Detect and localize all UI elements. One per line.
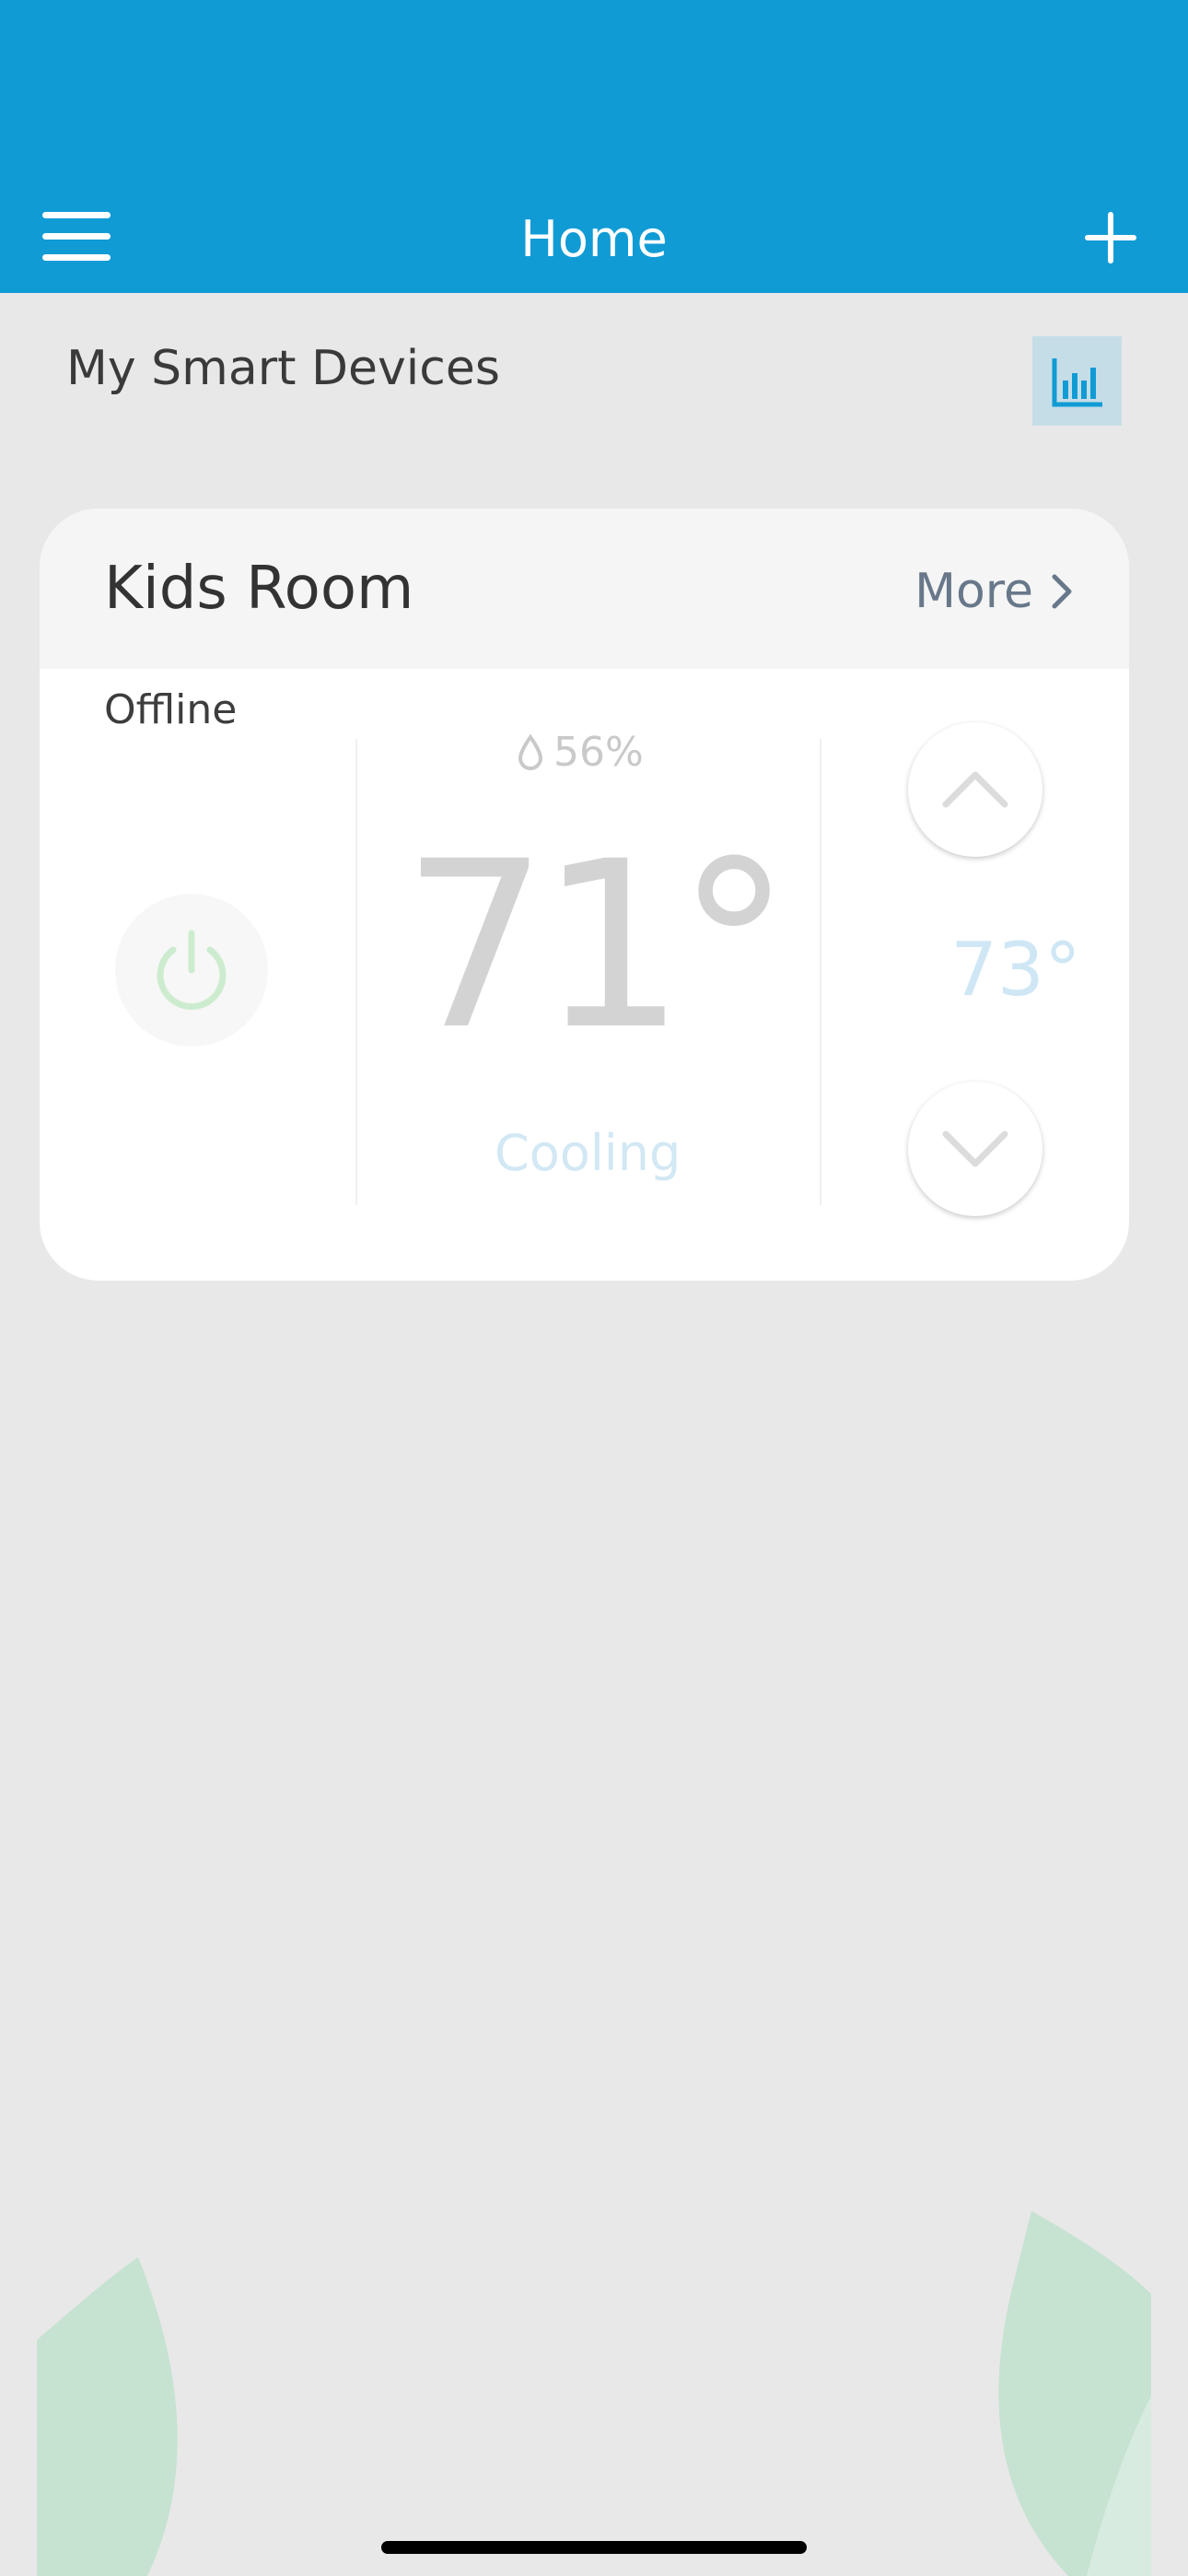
divider-left — [355, 739, 357, 1205]
decrease-temperature-button[interactable] — [908, 1082, 1042, 1216]
humidity-value: 56% — [553, 729, 644, 776]
mode-label: Cooling — [495, 1124, 681, 1182]
leaf-decoration-left — [37, 2257, 178, 2576]
chevron-down-icon — [942, 1130, 1008, 1167]
more-label: More — [914, 564, 1033, 619]
statistics-button[interactable] — [1032, 336, 1122, 426]
connection-status: Offline — [104, 686, 238, 733]
increase-temperature-button[interactable] — [908, 722, 1042, 857]
current-temperature: 71° — [402, 812, 791, 1080]
app-header: Home — [0, 0, 1188, 293]
leaf-decoration-right — [998, 2211, 1151, 2576]
droplet-icon — [518, 734, 543, 770]
device-name: Kids Room — [104, 555, 414, 623]
chevron-up-icon — [942, 771, 1008, 808]
device-card-header: Kids Room More — [40, 509, 1129, 669]
more-button[interactable]: More — [914, 555, 1074, 628]
page-title: Home — [520, 210, 668, 268]
home-indicator[interactable] — [381, 2541, 807, 2554]
device-card: Kids Room More Offline 56% 71° Cooling 7… — [40, 509, 1129, 1281]
setpoint-temperature: 73° — [950, 927, 1081, 1013]
section-title: My Smart Devices — [66, 341, 500, 396]
chevron-right-icon — [1052, 574, 1072, 609]
bar-chart-icon — [1052, 358, 1102, 407]
humidity-readout: 56% — [517, 722, 644, 783]
power-icon — [157, 930, 227, 1010]
add-device-button[interactable] — [1085, 212, 1136, 263]
power-button[interactable] — [115, 894, 268, 1047]
